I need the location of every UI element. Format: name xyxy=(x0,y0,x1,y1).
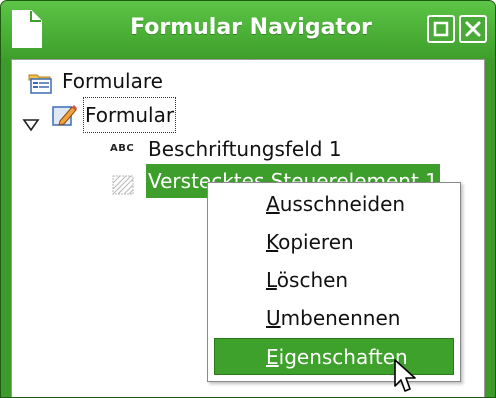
minimize-icon[interactable] xyxy=(427,15,455,43)
tree-item-label: Formular xyxy=(82,97,177,133)
form-edit-icon xyxy=(52,103,78,137)
menu-label: igenschaften xyxy=(278,345,408,369)
menu-label: usschneiden xyxy=(279,192,406,216)
document-icon xyxy=(11,9,43,49)
menu-label: mbenennen xyxy=(280,306,401,330)
close-icon[interactable] xyxy=(459,15,487,43)
menu-label: opieren xyxy=(278,230,354,254)
menu-accel: A xyxy=(266,192,280,216)
menu-accel: L xyxy=(266,268,277,292)
menu-label: öschen xyxy=(276,268,349,292)
menu-item-delete[interactable]: Löschen xyxy=(214,262,454,299)
menu-item-cut[interactable]: Ausschneiden xyxy=(214,186,454,223)
menu-item-copy[interactable]: Kopieren xyxy=(214,224,454,261)
window-title: Formular Navigator xyxy=(130,15,372,40)
form-navigator-window: Formular Navigator Formulare Formular AB… xyxy=(0,0,496,398)
tree-item-formulare[interactable]: Formulare xyxy=(28,64,328,98)
hidden-control-icon xyxy=(112,171,134,205)
abc-badge: ABC xyxy=(110,143,135,154)
titlebar[interactable]: Formular Navigator xyxy=(1,1,495,59)
menu-accel: K xyxy=(266,230,279,254)
mouse-pointer-icon xyxy=(393,358,419,394)
tree-item-formular[interactable]: Formular xyxy=(22,97,322,133)
expander-down-icon[interactable] xyxy=(22,108,40,142)
tree-item-label-field[interactable]: ABC Beschriftungsfeld 1 xyxy=(110,132,430,166)
menu-accel: E xyxy=(266,345,279,369)
menu-accel: U xyxy=(266,306,281,330)
tree-item-label: Beschriftungsfeld 1 xyxy=(148,137,342,161)
context-menu: Ausschneiden Kopieren Löschen Umbenennen… xyxy=(207,182,461,382)
menu-item-rename[interactable]: Umbenennen xyxy=(214,300,454,337)
tree-item-label: Formulare xyxy=(62,69,163,93)
